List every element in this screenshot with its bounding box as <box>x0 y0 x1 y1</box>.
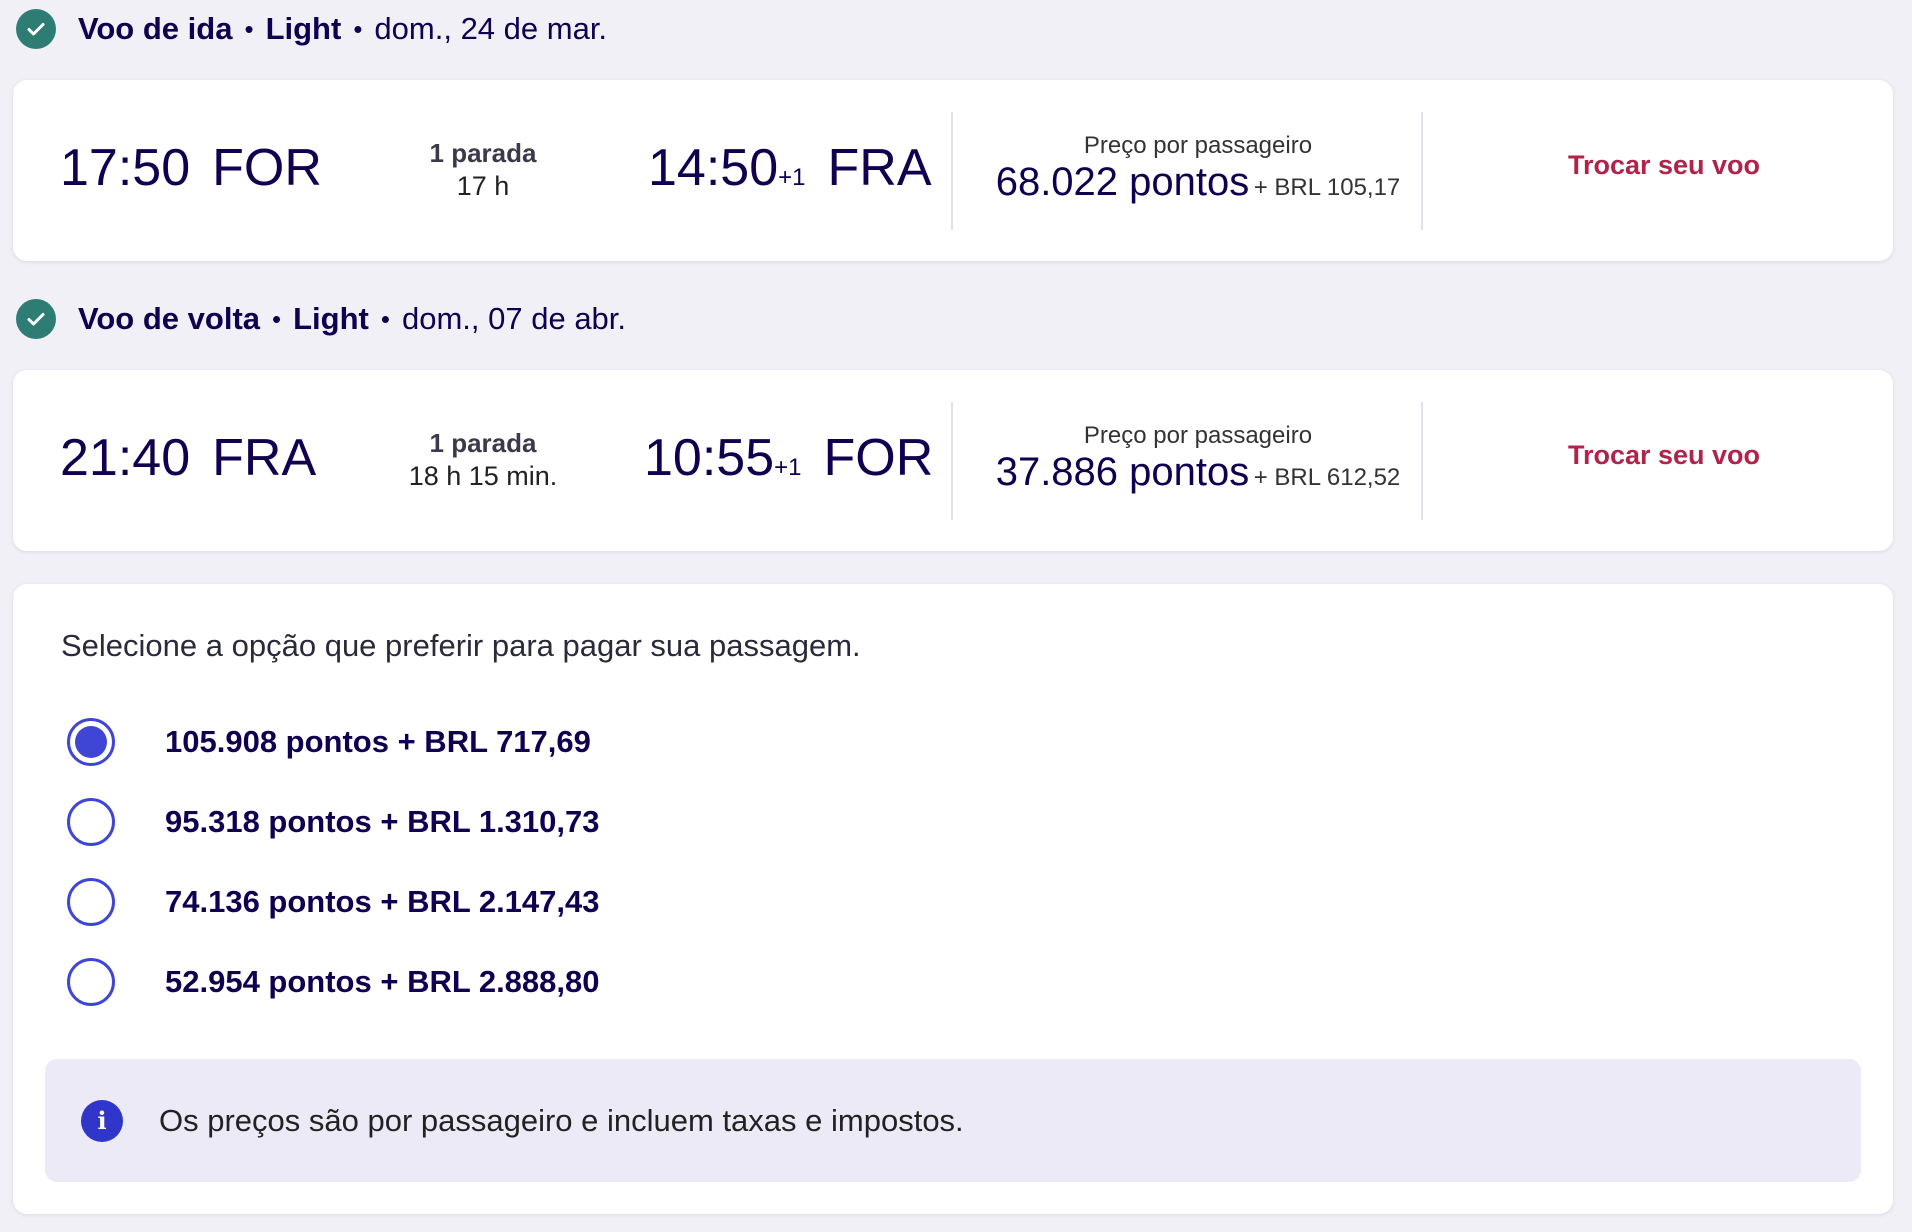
price-points: 68.022 pontos <box>995 160 1250 204</box>
inbound-header: Voo de volta • Light • dom., 07 de abr. <box>16 295 626 343</box>
departure-airport: FOR <box>212 139 322 197</box>
departure-airport: FRA <box>212 429 317 487</box>
separator-dot: • <box>353 13 363 44</box>
flight-duration: 17 h <box>456 171 510 201</box>
radio-button[interactable] <box>67 958 115 1006</box>
change-flight-link[interactable]: Trocar seu voo <box>1435 150 1893 181</box>
radio-button[interactable] <box>67 878 115 926</box>
arrival: 10:55+1 FOR <box>644 428 933 488</box>
info-notice: i Os preços são por passageiro e incluem… <box>45 1059 1861 1182</box>
stops-info: 1 parada 17 h <box>373 138 593 202</box>
departure-time: 21:40 <box>60 429 191 487</box>
stops-count: 1 parada <box>429 428 537 458</box>
separator-dot: • <box>272 303 282 334</box>
next-day-indicator: +1 <box>774 454 802 481</box>
stops-count: 1 parada <box>429 138 537 168</box>
payment-option-label: 95.318 pontos + BRL 1.310,73 <box>165 804 600 839</box>
price-info: Preço por passageiro 37.886 pontos + BRL… <box>963 422 1433 495</box>
flight-duration: 18 h 15 min. <box>408 461 558 491</box>
payment-option[interactable]: 105.908 pontos + BRL 717,69 <box>67 716 591 768</box>
departure: 17:50 FOR <box>60 138 322 198</box>
payment-option-label: 52.954 pontos + BRL 2.888,80 <box>165 964 600 999</box>
payment-option[interactable]: 52.954 pontos + BRL 2.888,80 <box>67 956 600 1008</box>
divider <box>951 402 953 520</box>
price-label: Preço por passageiro <box>1083 422 1313 449</box>
price-brl: + BRL 612,52 <box>1253 464 1401 491</box>
inbound-flight-card: 21:40 FRA 1 parada 18 h 15 min. 10:55+1 FO… <box>13 370 1893 551</box>
payment-options-card: Selecione a opção que preferir para paga… <box>13 584 1893 1214</box>
next-day-indicator: +1 <box>778 164 806 191</box>
arrival-time: 14:50 <box>648 139 779 197</box>
flight-direction-title: Voo de volta <box>78 301 261 336</box>
price-brl: + BRL 105,17 <box>1253 174 1401 201</box>
payment-option[interactable]: 74.136 pontos + BRL 2.147,43 <box>67 876 600 928</box>
change-flight-link[interactable]: Trocar seu voo <box>1435 440 1893 471</box>
arrival-airport: FOR <box>823 429 934 487</box>
price-label: Preço por passageiro <box>1083 132 1313 159</box>
payment-option-label: 74.136 pontos + BRL 2.147,43 <box>165 884 600 919</box>
info-text: Os preços são por passageiro e incluem t… <box>159 1102 964 1138</box>
departure-time: 17:50 <box>60 139 191 197</box>
radio-button[interactable] <box>67 718 115 766</box>
divider <box>1421 112 1423 230</box>
flight-date: dom., 07 de abr. <box>401 301 627 336</box>
divider <box>1421 402 1423 520</box>
price-info: Preço por passageiro 68.022 pontos + BRL… <box>963 132 1433 205</box>
info-icon: i <box>81 1099 123 1142</box>
outbound-flight-card: 17:50 FOR 1 parada 17 h 14:50+1 FRA Preço … <box>13 80 1893 261</box>
fare-class: Light <box>265 11 342 46</box>
separator-dot: • <box>380 303 390 334</box>
separator-dot: • <box>244 13 254 44</box>
flight-date: dom., 24 de mar. <box>374 11 608 46</box>
price-points: 37.886 pontos <box>995 450 1250 494</box>
stops-info: 1 parada 18 h 15 min. <box>373 428 593 492</box>
check-circle-icon <box>16 299 56 339</box>
arrival: 14:50+1 FRA <box>648 138 932 198</box>
arrival-time: 10:55 <box>644 429 775 487</box>
fare-class: Light <box>293 301 369 336</box>
departure: 21:40 FRA <box>60 428 316 488</box>
payment-prompt: Selecione a opção que preferir para paga… <box>61 628 861 663</box>
outbound-header: Voo de ida • Light • dom., 24 de mar. <box>16 5 607 53</box>
payment-option-label: 105.908 pontos + BRL 717,69 <box>165 724 591 759</box>
check-circle-icon <box>16 9 56 49</box>
arrival-airport: FRA <box>827 139 932 197</box>
flight-direction-title: Voo de ida <box>78 11 233 46</box>
payment-option[interactable]: 95.318 pontos + BRL 1.310,73 <box>67 796 600 848</box>
radio-button[interactable] <box>67 798 115 846</box>
divider <box>951 112 953 230</box>
